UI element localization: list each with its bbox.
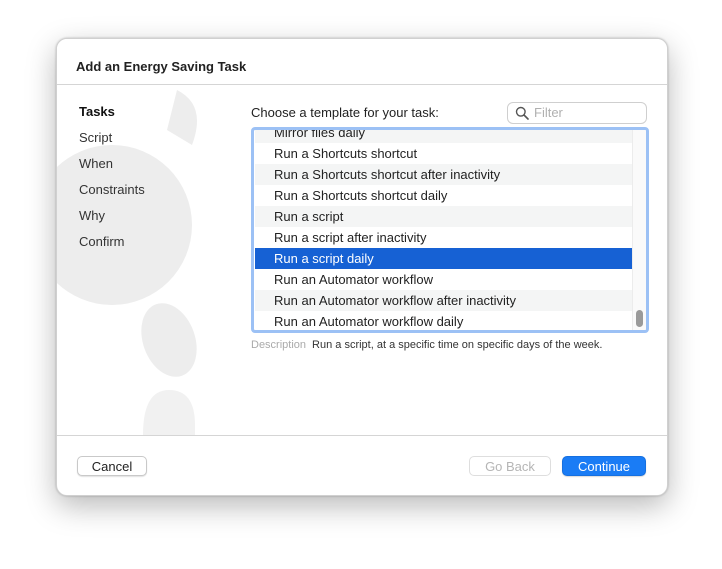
filter-input[interactable] [534,104,639,121]
list-scrollbar[interactable] [632,130,646,330]
go-back-button[interactable]: Go Back [469,456,551,476]
search-icon [515,106,529,120]
template-row[interactable]: Run a Shortcuts shortcut after inactivit… [255,164,633,185]
template-row[interactable]: Run a Shortcuts shortcut [255,143,633,164]
cancel-button[interactable]: Cancel [77,456,147,476]
dialog-footer: Cancel Go Back Continue [57,435,667,495]
list-scrollbar-thumb[interactable] [636,310,643,327]
template-list-rows: Mirror files daily Run a Shortcuts short… [255,130,633,330]
description-label: Description [251,339,307,351]
filter-field[interactable] [507,102,647,124]
energy-saving-task-dialog: Add an Energy Saving Task Tasks Script W… [56,38,668,496]
template-row[interactable]: Run an Automator workflow [255,269,633,290]
description-text: Run a script, at a specific time on spec… [312,339,603,351]
sidebar-item-when: When [79,156,113,171]
template-row-selected[interactable]: Run a script daily [255,248,633,269]
template-row[interactable]: Run an Automator workflow after inactivi… [255,290,633,311]
template-row[interactable]: Run a script after inactivity [255,227,633,248]
template-description: Description Run a script, at a specific t… [251,339,602,351]
template-prompt-label: Choose a template for your task: [251,105,439,120]
dialog-title: Add an Energy Saving Task [76,59,247,74]
dialog-title-bar: Add an Energy Saving Task [57,39,667,85]
sidebar-item-constraints: Constraints [79,182,145,197]
template-row[interactable]: Run an Automator workflow daily [255,311,633,330]
sidebar-item-why: Why [79,208,105,223]
sidebar-item-confirm: Confirm [79,234,125,249]
template-row[interactable]: Run a script [255,206,633,227]
step-sidebar: Tasks Script When Constraints Why Confir… [79,103,145,259]
template-row[interactable]: Mirror files daily [255,130,633,143]
continue-button[interactable]: Continue [562,456,646,476]
template-list[interactable]: Mirror files daily Run a Shortcuts short… [251,127,649,333]
sidebar-item-script: Script [79,130,113,145]
template-row[interactable]: Run a Shortcuts shortcut daily [255,185,633,206]
sidebar-item-tasks: Tasks [79,104,115,119]
